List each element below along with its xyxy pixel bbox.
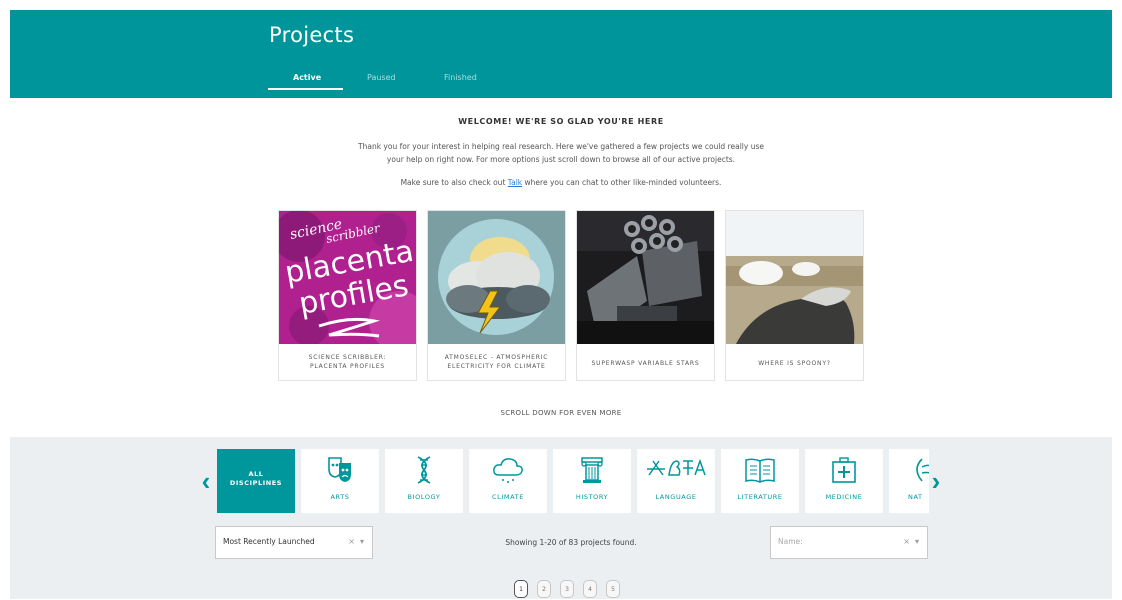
project-card-title: ATMOSELEC - ATMOSPHERIC ELECTRICITY FOR … [432,353,561,371]
project-card-title: SCIENCE SCRIBBLER: PLACENTA PROFILES [283,353,412,371]
discipline-nature[interactable]: NAT [889,449,929,513]
script-icon [637,455,715,485]
theater-masks-icon [301,455,379,485]
discipline-label: MEDICINE [825,493,863,501]
projects-header: Projects Active Paused Finished [10,10,1112,98]
tab-finished[interactable]: Finished [444,73,477,82]
column-icon [553,455,631,485]
discipline-label: LITERATURE [737,493,783,501]
discipline-climate[interactable]: CLIMATE [469,449,547,513]
discipline-all-label: ALL DISCIPLINES [217,470,295,488]
discipline-label: LANGUAGE [655,493,697,501]
discipline-label: CLIMATE [492,493,524,501]
discipline-all-label-line1: ALL [248,470,264,478]
name-filter-controls: × ▾ [903,537,919,546]
talk-link[interactable]: Talk [508,178,522,187]
discipline-all[interactable]: ALL DISCIPLINES [217,449,295,513]
page-button-1[interactable]: 1 [514,580,528,598]
discipline-label: ARTS [330,493,350,501]
clear-icon[interactable]: × [903,537,910,546]
discipline-literature[interactable]: LITERATURE [721,449,799,513]
talk-note-before: Make sure to also check out [400,178,508,187]
atmoselec-image [428,211,565,344]
dna-icon [385,455,463,485]
discipline-medicine[interactable]: MEDICINE [805,449,883,513]
talk-note: Make sure to also check out Talk where y… [0,178,1122,187]
chevron-down-icon[interactable]: ▾ [915,537,919,546]
medical-kit-icon [805,455,883,485]
results-count: Showing 1-20 of 83 projects found. [505,538,637,547]
project-card-where-is-spoony[interactable]: WHERE IS SPOONY? [725,210,864,381]
discipline-language[interactable]: LANGUAGE [637,449,715,513]
open-book-icon [721,455,799,485]
nature-icon [889,455,929,485]
scroll-more-hint: SCROLL DOWN FOR EVEN MORE [500,409,622,417]
page-button-2[interactable]: 2 [537,580,551,598]
tab-active[interactable]: Active [293,73,321,82]
discipline-strip: ALL DISCIPLINES ARTS BIOLOGY CLIMATE HIS… [217,449,929,513]
page-button-4[interactable]: 4 [583,580,597,598]
project-card-title: WHERE IS SPOONY? [758,360,831,367]
project-card-title: SUPERWASP VARIABLE STARS [591,360,700,367]
page-button-5[interactable]: 5 [606,580,620,598]
project-card-title-line1: SCIENCE SCRIBBLER: [308,354,387,361]
discipline-label: NAT [908,493,923,501]
project-card-title-line2: PLACENTA PROFILES [309,363,386,370]
project-card-placenta-profiles[interactable]: science scribbler placenta profiles SCIE… [278,210,417,381]
superwasp-image [577,211,714,344]
discipline-history[interactable]: HISTORY [553,449,631,513]
placenta-profiles-image: science scribbler placenta profiles [279,211,416,344]
page-title: Projects [269,23,355,47]
active-tab-indicator [268,88,343,90]
discipline-arts[interactable]: ARTS [301,449,379,513]
page-button-3[interactable]: 3 [560,580,574,598]
welcome-text-line1: Thank you for your interest in helping r… [358,142,764,151]
talk-note-after: where you can chat to other like-minded … [522,178,722,187]
discipline-biology[interactable]: BIOLOGY [385,449,463,513]
disciplines-next-arrow[interactable]: › [929,466,943,496]
cloud-rain-icon [469,455,547,485]
welcome-text: Thank you for your interest in helping r… [0,140,1122,166]
welcome-heading: WELCOME! WE'RE SO GLAD YOU'RE HERE [458,117,664,126]
tab-paused[interactable]: Paused [367,73,396,82]
disciplines-prev-arrow[interactable]: ‹ [199,466,213,496]
name-filter-select[interactable]: Name: × ▾ [770,526,928,559]
project-card-title-line2: ELECTRICITY FOR CLIMATE [447,363,546,370]
name-filter-placeholder: Name: [778,537,803,546]
project-card-atmoselec[interactable]: ATMOSELEC - ATMOSPHERIC ELECTRICITY FOR … [427,210,566,381]
project-card-superwasp[interactable]: SUPERWASP VARIABLE STARS [576,210,715,381]
project-card-title-line1: ATMOSELEC - ATMOSPHERIC [444,354,549,361]
discipline-label: BIOLOGY [407,493,441,501]
discipline-label: HISTORY [575,493,609,501]
where-is-spoony-image [726,211,863,344]
discipline-all-label-line2: DISCIPLINES [229,479,283,487]
welcome-text-line2: your help on right now. For more options… [386,155,736,164]
